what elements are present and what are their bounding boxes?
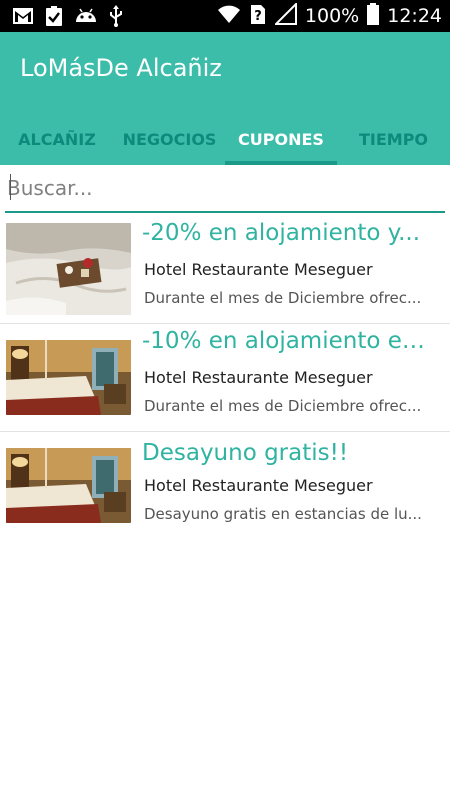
list-item[interactable]: Desayuno gratis!! Hotel Restaurante Mese… <box>0 432 450 539</box>
app-title: LoMásDe Alcañiz <box>20 54 222 82</box>
signal-icon <box>273 1 297 29</box>
coupon-title: Desayuno gratis!! <box>142 440 349 466</box>
sim-unknown-icon: ? <box>249 3 267 29</box>
coupon-title: -20% en alojamiento y... <box>142 220 420 246</box>
status-bar: ? 100% 12:24 <box>0 0 450 32</box>
battery-percent: 100% <box>304 5 360 27</box>
search-field-container <box>5 170 445 213</box>
tab-cupones[interactable]: CUPONES <box>225 114 337 165</box>
search-input[interactable] <box>5 170 437 206</box>
coupon-description: Desayuno gratis en estancias de lu... <box>144 505 422 523</box>
svg-text:?: ? <box>254 9 262 24</box>
list-item[interactable]: -10% en alojamiento en fi... Hotel Resta… <box>0 324 450 432</box>
coupon-image-bed-breakfast <box>6 223 131 315</box>
clipboard-check-icon <box>44 5 64 31</box>
list-item[interactable]: -20% en alojamiento y... Hotel Restauran… <box>0 216 450 324</box>
usb-icon <box>108 5 124 31</box>
text-cursor <box>10 174 11 200</box>
coupon-description: Durante el mes de Diciembre ofrec... <box>144 397 422 415</box>
coupon-business: Hotel Restaurante Meseguer <box>144 368 373 387</box>
clock: 12:24 <box>387 5 442 27</box>
app-bar: LoMásDe Alcañiz ALCAÑIZ NEGOCIOS CUPONES… <box>0 32 450 165</box>
active-tab-indicator <box>225 161 337 165</box>
battery-icon <box>367 3 380 29</box>
tab-tiempo[interactable]: TIEMPO <box>337 114 450 165</box>
tab-alcaniz[interactable]: ALCAÑIZ <box>0 114 114 165</box>
coupon-business: Hotel Restaurante Meseguer <box>144 476 373 495</box>
coupon-title: -10% en alojamiento en fi... <box>142 328 438 354</box>
gmail-icon <box>12 6 34 30</box>
wifi-icon <box>217 4 241 28</box>
coupon-image-hotel-room <box>6 340 131 415</box>
coupon-image-hotel-room <box>6 448 131 523</box>
tab-negocios[interactable]: NEGOCIOS <box>114 114 225 165</box>
coupon-list: -20% en alojamiento y... Hotel Restauran… <box>0 216 450 539</box>
tab-bar: ALCAÑIZ NEGOCIOS CUPONES TIEMPO <box>0 114 450 165</box>
android-icon <box>74 6 98 30</box>
coupon-business: Hotel Restaurante Meseguer <box>144 260 373 279</box>
coupon-description: Durante el mes de Diciembre ofrec... <box>144 289 422 307</box>
